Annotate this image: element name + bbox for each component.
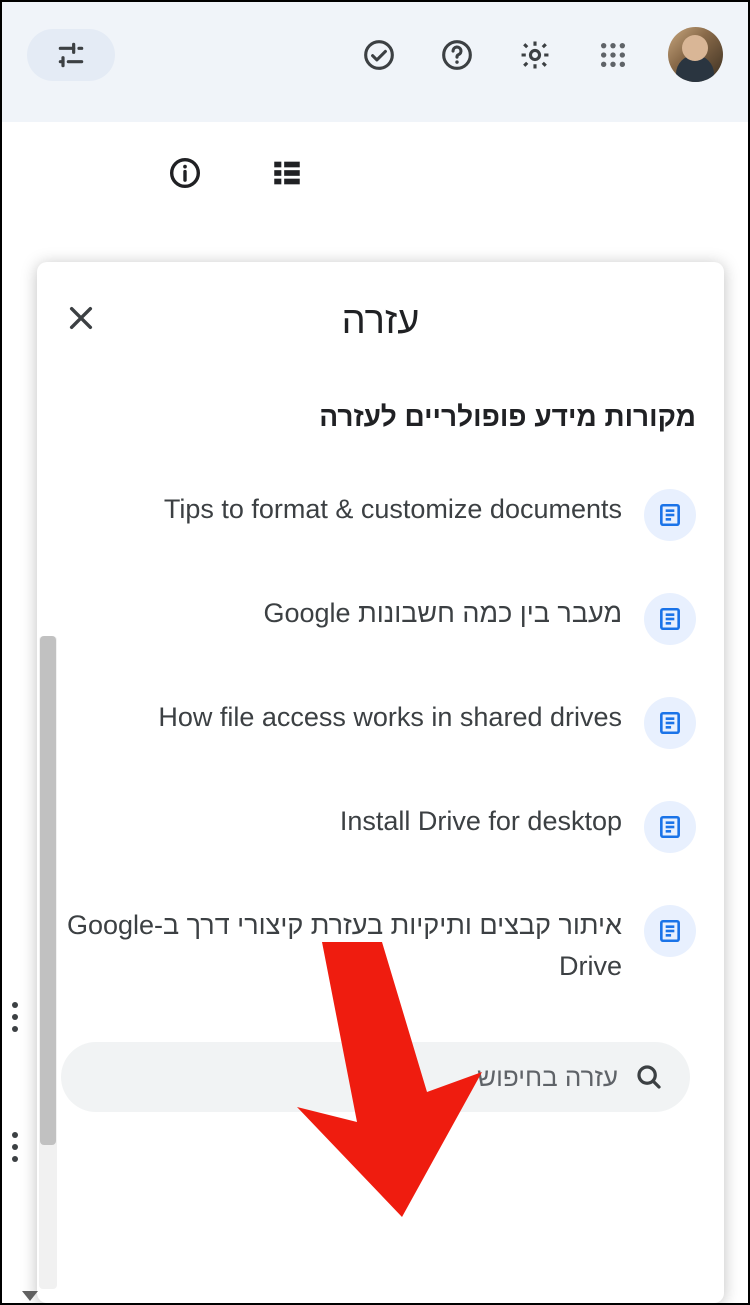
- search-icon: [634, 1062, 664, 1092]
- help-header: עזרה: [37, 262, 724, 367]
- help-item[interactable]: איתור קבצים ותיקיות בעזרת קיצורי דרך ב-G…: [55, 879, 696, 1012]
- help-search-input[interactable]: [87, 1062, 618, 1093]
- help-item[interactable]: How file access works in shared drives: [55, 671, 696, 775]
- help-item-label: Tips to format & customize documents: [55, 489, 622, 530]
- info-icon[interactable]: [162, 150, 208, 196]
- help-title: עזרה: [342, 300, 420, 343]
- article-icon: [644, 697, 696, 749]
- apps-icon[interactable]: [590, 32, 636, 78]
- help-item[interactable]: מעבר בין כמה חשבונות Google: [55, 567, 696, 671]
- help-item-label: איתור קבצים ותיקיות בעזרת קיצורי דרך ב-G…: [55, 905, 622, 986]
- help-search[interactable]: [61, 1042, 690, 1112]
- scroll-down-icon[interactable]: [22, 1291, 38, 1301]
- article-icon: [644, 593, 696, 645]
- avatar[interactable]: [668, 27, 723, 82]
- help-body[interactable]: מקורות מידע פופולריים לעזרה Tips to form…: [37, 367, 724, 1303]
- help-item-label: How file access works in shared drives: [55, 697, 622, 738]
- help-item[interactable]: Tips to format & customize documents: [55, 463, 696, 567]
- help-item[interactable]: Install Drive for desktop: [55, 775, 696, 879]
- article-icon: [644, 489, 696, 541]
- article-icon: [644, 801, 696, 853]
- scrollbar-thumb[interactable]: [40, 636, 56, 1145]
- article-icon: [644, 905, 696, 957]
- close-icon[interactable]: [57, 294, 105, 342]
- help-section-heading: מקורות מידע פופולריים לעזרה: [55, 401, 696, 433]
- scrollbar-track[interactable]: [39, 636, 57, 1289]
- more-icon[interactable]: [12, 1132, 18, 1162]
- tune-button[interactable]: [27, 29, 115, 81]
- overflow-column: [12, 1002, 18, 1162]
- help-item-label: מעבר בין כמה חשבונות Google: [55, 593, 622, 634]
- gear-icon[interactable]: [512, 32, 558, 78]
- help-icon[interactable]: [434, 32, 480, 78]
- more-icon[interactable]: [12, 1002, 18, 1032]
- top-bar: [2, 2, 748, 107]
- help-panel: עזרה מקורות מידע פופולריים לעזרה Tips to…: [37, 262, 724, 1303]
- offline-ready-icon[interactable]: [356, 32, 402, 78]
- view-list-icon[interactable]: [264, 150, 310, 196]
- help-item-label: Install Drive for desktop: [55, 801, 622, 842]
